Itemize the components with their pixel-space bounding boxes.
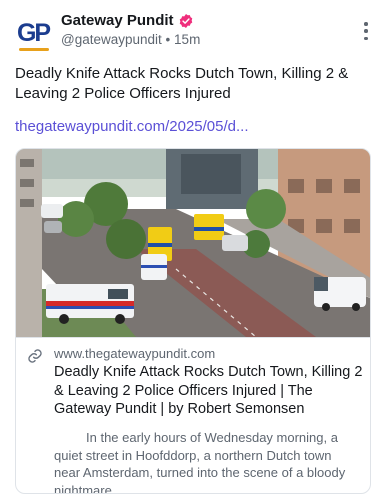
handle-row: @gatewaypundit • 15m [61,32,200,47]
logo-swoosh [18,47,50,51]
post-link[interactable]: thegatewaypundit.com/2025/05/d... [15,118,249,135]
author-name-row: Gateway Pundit [61,12,194,29]
handle[interactable]: @gatewaypundit [61,32,162,47]
card-meta: www.thegatewaypundit.com Deadly Knife At… [16,337,370,494]
post-time[interactable]: 15m [174,32,200,47]
display-name[interactable]: Gateway Pundit [61,12,174,29]
gateway-pundit-logo: GP [17,19,51,51]
separator: • [165,32,171,47]
avatar[interactable]: GP [14,14,52,52]
card-title[interactable]: Deadly Knife Attack Rocks Dutch Town, Ki… [54,363,366,419]
verified-badge-icon [179,13,192,28]
card-image[interactable] [16,149,371,337]
post: GP Gateway Pundit @gatewaypundit • 15m D… [0,0,385,500]
link-icon [28,349,42,363]
post-text: Deadly Knife Attack Rocks Dutch Town, Ki… [15,65,349,102]
card-domain: www.thegatewaypundit.com [54,346,216,361]
link-card[interactable]: www.thegatewaypundit.com Deadly Knife At… [15,148,371,494]
card-description: In the early hours of Wednesday morning,… [54,430,346,494]
more-vertical-icon[interactable] [363,22,369,40]
